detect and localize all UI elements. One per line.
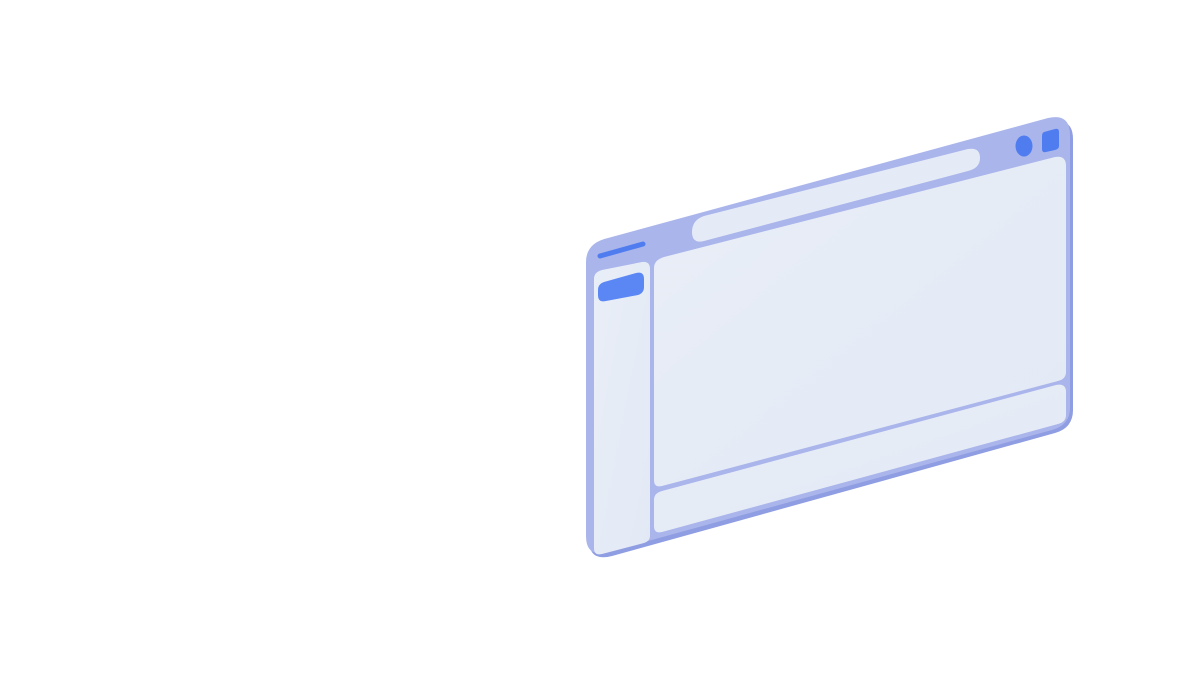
- illustration-stage: [0, 0, 1201, 675]
- browser-window-illustration: [586, 117, 1073, 558]
- square-control-icon[interactable]: [1042, 128, 1059, 153]
- sidebar: [594, 261, 650, 555]
- circle-control-icon[interactable]: [1015, 135, 1033, 157]
